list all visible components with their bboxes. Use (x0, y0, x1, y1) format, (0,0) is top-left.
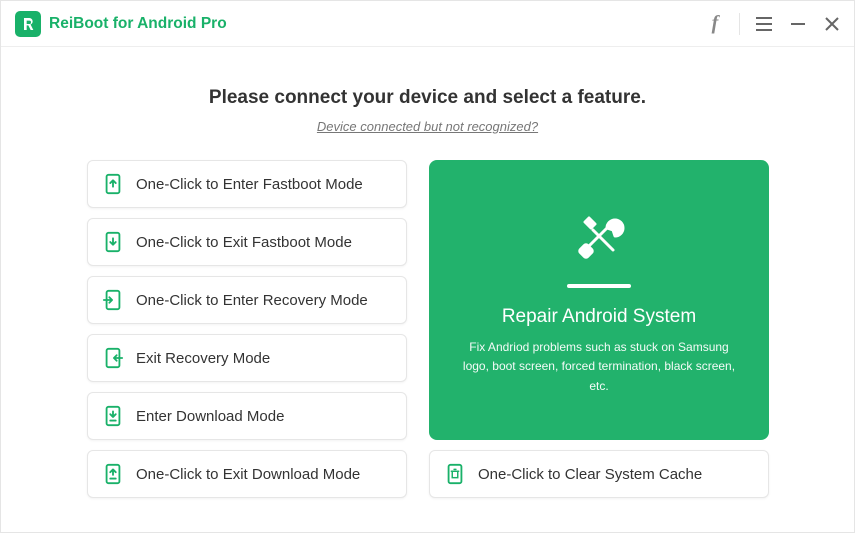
menu-button[interactable] (748, 8, 780, 40)
phone-download-out-icon (102, 463, 124, 485)
option-enter-fastboot[interactable]: One-Click to Enter Fastboot Mode (87, 160, 407, 208)
phone-download-icon (102, 405, 124, 427)
option-clear-cache[interactable]: One-Click to Clear System Cache (429, 450, 769, 498)
minimize-button[interactable] (782, 8, 814, 40)
option-label: One-Click to Exit Download Mode (136, 466, 360, 483)
titlebar: ReiBoot for Android Pro f (1, 1, 854, 47)
titlebar-separator (739, 13, 740, 35)
feature-divider (567, 284, 631, 288)
option-enter-recovery[interactable]: One-Click to Enter Recovery Mode (87, 276, 407, 324)
close-icon (825, 17, 839, 31)
page-headline: Please connect your device and select a … (87, 87, 768, 109)
close-button[interactable] (816, 8, 848, 40)
option-enter-download[interactable]: Enter Download Mode (87, 392, 407, 440)
phone-arrow-down-icon (102, 231, 124, 253)
option-exit-fastboot[interactable]: One-Click to Exit Fastboot Mode (87, 218, 407, 266)
app-title: ReiBoot for Android Pro (49, 15, 227, 33)
feature-description: Fix Andriod problems such as stuck on Sa… (457, 338, 741, 396)
facebook-icon: f (712, 12, 719, 35)
device-not-recognized-link[interactable]: Device connected but not recognized? (87, 119, 768, 134)
app-window: ReiBoot for Android Pro f Please connect… (0, 0, 855, 533)
tools-icon (567, 204, 631, 268)
phone-arrow-up-icon (102, 173, 124, 195)
option-label: Enter Download Mode (136, 408, 284, 425)
option-exit-download[interactable]: One-Click to Exit Download Mode (87, 450, 407, 498)
feature-title: Repair Android System (502, 306, 696, 328)
app-logo-icon (15, 11, 41, 37)
option-label: One-Click to Clear System Cache (478, 466, 702, 483)
option-label: One-Click to Enter Recovery Mode (136, 292, 368, 309)
feature-grid: One-Click to Enter Fastboot Mode Repair … (87, 160, 768, 498)
option-label: One-Click to Enter Fastboot Mode (136, 176, 363, 193)
facebook-button[interactable]: f (699, 8, 731, 40)
phone-arrow-out-icon (102, 347, 124, 369)
option-label: Exit Recovery Mode (136, 350, 270, 367)
repair-android-system-card[interactable]: Repair Android System Fix Andriod proble… (429, 160, 769, 440)
titlebar-buttons: f (699, 8, 848, 40)
phone-trash-icon (444, 463, 466, 485)
option-exit-recovery[interactable]: Exit Recovery Mode (87, 334, 407, 382)
minimize-icon (791, 17, 805, 31)
phone-arrow-in-icon (102, 289, 124, 311)
main-content: Please connect your device and select a … (1, 47, 854, 528)
option-label: One-Click to Exit Fastboot Mode (136, 234, 352, 251)
hamburger-icon (756, 17, 772, 31)
brand: ReiBoot for Android Pro (15, 11, 227, 37)
